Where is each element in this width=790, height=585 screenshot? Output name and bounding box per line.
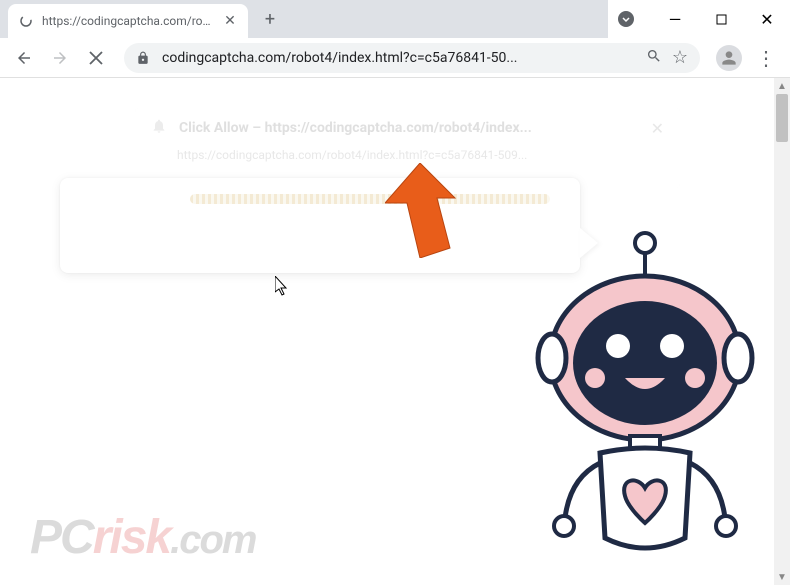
vertical-scrollbar[interactable]: ▲ ▼ [774,78,790,585]
tab-favicon-spinner-icon [18,13,34,29]
popup-url: https://codingcaptcha.com/robot4/index.h… [135,148,680,162]
address-bar[interactable]: codingcaptcha.com/robot4/index.html?c=c5… [124,43,700,73]
scrollbar-thumb[interactable] [776,94,788,142]
speech-bubble-decoration [190,194,550,204]
window-controls: — ✕ [608,0,790,38]
scrollbar-down-arrow-icon[interactable]: ▼ [774,569,790,585]
tab-close-button[interactable]: ✕ [222,13,238,29]
url-text: codingcaptcha.com/robot4/index.html?c=c5… [162,50,646,66]
watermark-com: .com [170,518,255,562]
mouse-cursor-icon [275,276,291,303]
chrome-menu-button[interactable]: ⋮ [750,42,782,74]
new-tab-button[interactable]: + [256,5,284,33]
annotation-arrow-icon [385,163,465,262]
watermark-risk: risk [93,511,170,564]
forward-button[interactable] [44,42,76,74]
omnibox-actions: ☆ [646,47,688,68]
maximize-button[interactable] [698,4,744,34]
speech-bubble [60,178,580,273]
close-window-button[interactable]: ✕ [744,4,790,34]
profile-avatar[interactable] [716,45,742,71]
browser-tab[interactable]: https://codingcaptcha.com/robot ✕ [8,4,248,38]
browser-toolbar: codingcaptcha.com/robot4/index.html?c=c5… [0,38,790,78]
bookmark-star-icon[interactable]: ☆ [672,47,688,68]
tab-search-button[interactable] [608,4,644,34]
bell-icon [151,118,167,138]
popup-title: Click Allow – https://codingcaptcha.com/… [179,120,639,136]
back-button[interactable] [8,42,40,74]
tabs-region: https://codingcaptcha.com/robot ✕ + [0,0,608,38]
window-titlebar: https://codingcaptcha.com/robot ✕ + — ✕ [0,0,790,38]
minimize-button[interactable]: — [652,4,698,34]
popup-close-icon: ✕ [651,119,664,138]
watermark: PCrisk.com [30,510,255,565]
zoom-icon[interactable] [646,48,662,68]
robot-illustration [530,228,760,568]
scrollbar-up-arrow-icon[interactable]: ▲ [774,78,790,94]
page-content: Click Allow – https://codingcaptcha.com/… [0,78,790,585]
stop-reload-button[interactable] [80,42,112,74]
lock-icon [136,50,152,66]
tab-title: https://codingcaptcha.com/robot [42,14,214,28]
watermark-pc: PC [30,511,93,564]
